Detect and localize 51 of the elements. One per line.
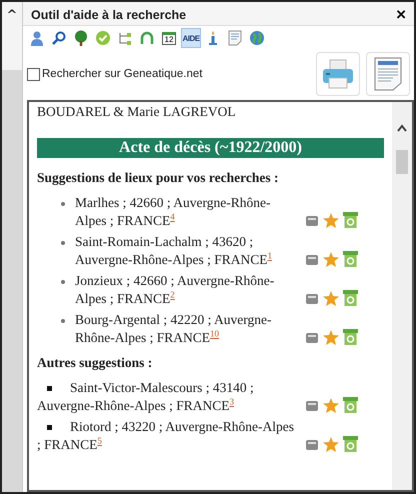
document-icon	[373, 57, 403, 91]
search-icon	[51, 30, 67, 46]
star-icon[interactable]	[323, 330, 339, 345]
recycle-bin-icon[interactable]	[343, 436, 358, 452]
drive-icon[interactable]	[305, 331, 319, 345]
section-heading: Autres suggestions :	[37, 355, 154, 371]
toolbar-button[interactable]: 12	[159, 28, 179, 48]
checkbox-label: Rechercher sur Geneatique.net	[42, 68, 202, 80]
vertical-scrollbar[interactable]	[392, 102, 412, 490]
arch-icon	[139, 30, 155, 46]
drive-icon[interactable]	[305, 214, 319, 228]
drive-icon[interactable]	[305, 292, 319, 306]
recycle-bin-icon[interactable]	[343, 397, 358, 413]
checkbox[interactable]	[27, 68, 40, 80]
drive-icon[interactable]	[305, 399, 319, 413]
drive-icon[interactable]	[305, 253, 319, 267]
globe-icon	[249, 30, 265, 46]
place-text: Marlhes ; 42660 ; Auvergne-Rhône-Alpes ; FRANCE$^{4}$	[61, 194, 301, 230]
hierarchy-icon	[117, 30, 133, 46]
scroll-thumb[interactable]	[396, 150, 408, 174]
place-text: Riotord ; 43220 ; Auvergne-Rhône-Alpes ; FRANCE$^{5}$	[37, 418, 295, 454]
document-icon	[227, 30, 243, 46]
tree-icon	[73, 30, 89, 46]
place-text: Jonzieux ; 42660 ; Auvergne-Rhône-Alpes ; FRANCE$^{2}$	[61, 272, 301, 308]
person-icon	[29, 30, 45, 46]
star-icon[interactable]	[323, 398, 339, 413]
window-title: Outil d'aide à la recherche	[31, 8, 186, 22]
recycle-bin-icon[interactable]	[343, 290, 358, 306]
star-icon[interactable]	[323, 213, 339, 228]
tick-circle-icon	[95, 30, 111, 46]
place-text: Bourg-Argental ; 42220 ; Auvergne-Rhône-Alpes ; FRANCE$^{10}$	[61, 311, 301, 347]
scroll-up-icon[interactable]	[396, 124, 408, 132]
section-heading: Suggestions de lieux pour vos recherches :	[37, 170, 280, 186]
report-button[interactable]	[366, 52, 410, 96]
place-text: Saint-Victor-Malescours ; 43140 ; Auvergne-Rhône-Alpes ; FRANCE$^{3}$	[37, 379, 255, 415]
collapse-caret[interactable]: ^	[6, 8, 18, 23]
star-icon[interactable]	[323, 291, 339, 306]
star-icon[interactable]	[323, 437, 339, 452]
section-banner: Acte de décès (~1922/2000)	[37, 138, 384, 158]
close-button[interactable]: ×	[392, 6, 410, 23]
print-button[interactable]	[316, 52, 360, 96]
toolbar-button[interactable]: AIDE	[181, 28, 201, 48]
recycle-bin-icon[interactable]	[343, 251, 358, 267]
place-text: Saint-Romain-Lachalm ; 43620 ; Auvergne-Rhône-Alpes ; FRANCE$^{1}$	[61, 233, 301, 269]
drive-icon[interactable]	[305, 438, 319, 452]
toolbar-button[interactable]	[247, 28, 267, 48]
printer-icon	[321, 58, 355, 90]
recycle-bin-icon[interactable]	[343, 329, 358, 345]
couple-names: BOUDAREL & Marie LAGREVOL	[37, 104, 237, 120]
star-icon[interactable]	[323, 252, 339, 267]
recycle-bin-icon[interactable]	[343, 212, 358, 228]
